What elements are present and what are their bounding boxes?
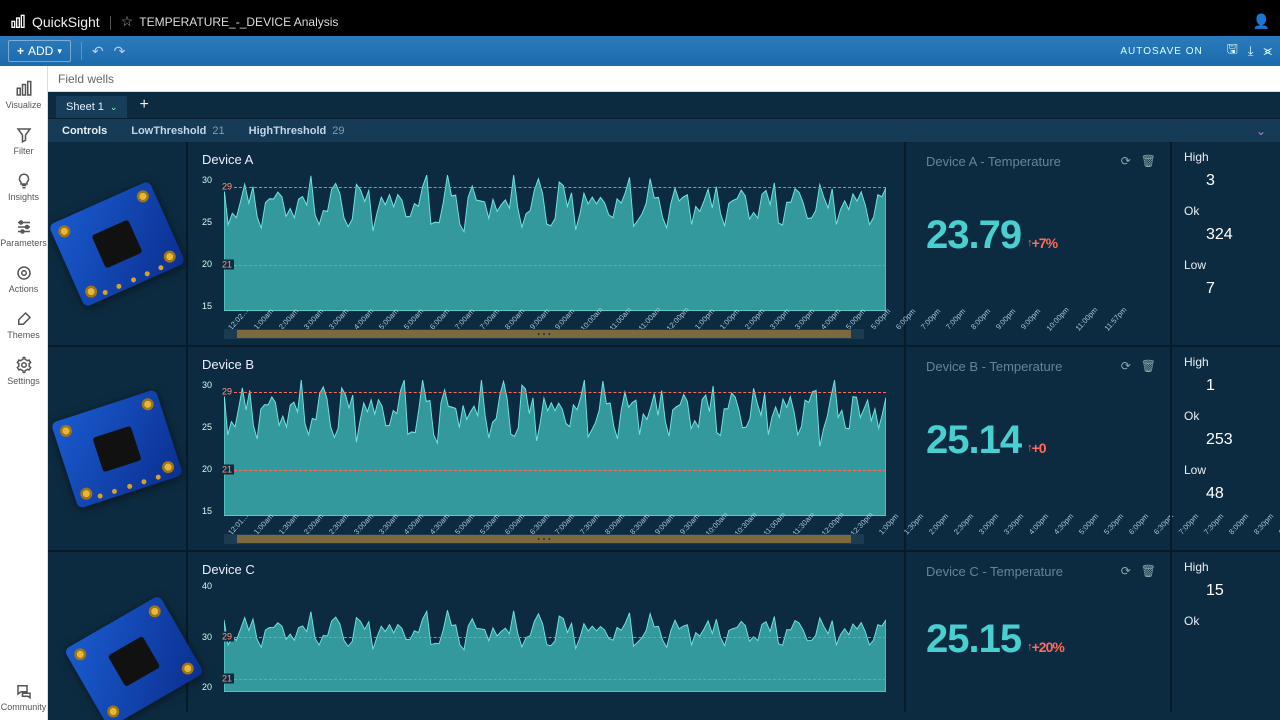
device-a-chart[interactable]: Device A 30252015 29 21 12:02…1:00am2:00… — [188, 142, 906, 345]
gear-icon — [15, 356, 33, 374]
x-axis: 12:02…1:00am2:00am3:00am3:00am4:00am5:00… — [224, 311, 886, 325]
refresh-icon[interactable]: ⟳ — [1121, 154, 1131, 168]
undo-icon[interactable]: ↶ — [92, 43, 104, 60]
y-axis: 30252015 — [202, 380, 224, 530]
rail-visualize[interactable]: Visualize — [0, 72, 47, 118]
rail-filter[interactable]: Filter — [0, 118, 47, 164]
device-b-kpi[interactable]: Device B - Temperature ⟳🗑 25.14 ↑+0 — [906, 347, 1172, 550]
plot-area[interactable]: 29 21 — [224, 581, 886, 706]
kpi-value: 25.15 — [926, 617, 1021, 662]
scroll-thumb[interactable]: ⋯ — [237, 330, 851, 338]
tab-sheet1[interactable]: Sheet 1 ⌄ — [56, 96, 127, 118]
plot-area[interactable]: 29 21 12:02…1:00am2:00am3:00am3:00am4:00… — [224, 175, 886, 325]
lightbulb-icon — [15, 172, 33, 190]
threshold-high-label: 29 — [222, 632, 234, 642]
plot-area[interactable]: 29 21 12:01…1:00am1:30am2:00am2:30am3:00… — [224, 380, 886, 530]
analysis-name: TEMPERATURE_-_DEVICE Analysis — [139, 15, 338, 29]
device-b-chart[interactable]: Device B 30252015 29 21 12:01…1:00am1:30… — [188, 347, 906, 550]
refresh-icon[interactable]: ⟳ — [1121, 359, 1131, 373]
redo-icon[interactable]: ↷ — [114, 43, 126, 60]
plus-icon: + — [17, 44, 24, 58]
threshold-high-line — [224, 187, 886, 188]
device-c-image — [48, 552, 188, 712]
threshold-low-label: 21 — [222, 673, 234, 683]
separator — [110, 16, 111, 30]
rail-parameters[interactable]: Parameters — [0, 210, 47, 256]
rail-actions[interactable]: Actions — [0, 256, 47, 302]
threshold-low-line — [224, 679, 886, 680]
left-rail: Visualize Filter Insights Parameters Act… — [0, 66, 48, 720]
kpi-delta: ↑+0 — [1027, 440, 1045, 456]
add-button[interactable]: + ADD ▾ — [8, 40, 71, 62]
threshold-low-label: 21 — [222, 465, 234, 475]
funnel-icon — [15, 126, 33, 144]
collapse-controls-icon[interactable]: ⌄ — [1256, 124, 1266, 138]
param-high-threshold[interactable]: HighThreshold 29 — [249, 125, 345, 137]
device-b-image — [48, 347, 188, 550]
autosave-status: AUTOSAVE ON — [1120, 46, 1202, 57]
bar-chart-icon — [15, 80, 33, 98]
chart-title: Device A — [202, 152, 886, 167]
device-c-chart[interactable]: Device C 403020 29 21 — [188, 552, 906, 712]
device-c-kpi[interactable]: Device C - Temperature ⟳🗑 25.15 ↑+20% — [906, 552, 1172, 712]
chart-title: Device B — [202, 357, 886, 372]
separator — [81, 42, 82, 60]
rail-settings[interactable]: Settings — [0, 348, 47, 394]
device-a-kpi[interactable]: Device A - Temperature ⟳🗑 23.79 ↑+7% — [906, 142, 1172, 345]
threshold-low-line — [224, 470, 886, 471]
scroll-thumb[interactable]: ⋯ — [237, 535, 851, 543]
y-axis: 30252015 — [202, 175, 224, 325]
chat-icon — [15, 682, 33, 700]
kpi-value: 23.79 — [926, 213, 1021, 258]
delete-icon[interactable]: 🗑 — [1141, 359, 1156, 373]
param-low-threshold[interactable]: LowThreshold 21 — [131, 125, 224, 137]
y-axis: 403020 — [202, 581, 224, 706]
add-sheet-button[interactable]: + — [131, 96, 156, 118]
star-icon[interactable]: ☆ — [121, 13, 134, 30]
share-icon[interactable]: ⪤ — [1264, 43, 1272, 59]
threshold-low-label: 21 — [222, 260, 234, 270]
threshold-high-line — [224, 392, 886, 393]
rail-themes[interactable]: Themes — [0, 302, 47, 348]
threshold-high-label: 29 — [222, 182, 234, 192]
area-series-a-icon — [224, 175, 886, 311]
area-series-b-icon — [224, 380, 886, 516]
chart-scrollbar[interactable]: ⋯ — [224, 534, 864, 544]
app-brand[interactable]: QuickSight — [10, 14, 100, 36]
threshold-low-line — [224, 265, 886, 266]
chevron-down-icon: ▾ — [57, 46, 62, 57]
device-b-stats: High1 Ok253 Low48 — [1172, 347, 1280, 550]
chart-scrollbar[interactable]: ⋯ — [224, 329, 864, 339]
threshold-high-label: 29 — [222, 387, 234, 397]
rail-community[interactable]: Community — [0, 674, 47, 720]
analysis-title[interactable]: ☆ TEMPERATURE_-_DEVICE Analysis — [121, 13, 339, 36]
sliders-icon — [15, 218, 33, 236]
chart-title: Device C — [202, 562, 886, 577]
controls-label: Controls — [62, 125, 107, 137]
delete-icon[interactable]: 🗑 — [1141, 564, 1156, 578]
rail-insights[interactable]: Insights — [0, 164, 47, 210]
chevron-down-icon[interactable]: ⌄ — [110, 102, 118, 113]
x-axis: 12:01…1:00am1:30am2:00am2:30am3:00am3:30… — [224, 516, 886, 530]
refresh-icon[interactable]: ⟳ — [1121, 564, 1131, 578]
field-wells-bar[interactable]: Field wells — [48, 66, 1280, 92]
device-a-image — [48, 142, 188, 345]
device-c-stats: High15 Ok — [1172, 552, 1280, 712]
kpi-delta: ↑+7% — [1027, 235, 1057, 251]
device-a-stats: High3 Ok324 Low7 — [1172, 142, 1280, 345]
delete-icon[interactable]: 🗑 — [1141, 154, 1156, 168]
kpi-value: 25.14 — [926, 418, 1021, 463]
threshold-high-line — [224, 637, 886, 638]
kpi-delta: ↑+20% — [1027, 639, 1064, 655]
add-label: ADD — [28, 44, 53, 58]
save-icon[interactable]: 🖫 — [1227, 40, 1238, 62]
export-icon[interactable]: ⤓ — [1248, 43, 1254, 59]
quicksight-logo-icon — [10, 14, 26, 30]
user-icon[interactable]: 👤 — [1253, 13, 1270, 36]
target-icon — [15, 264, 33, 282]
paintbrush-icon — [15, 310, 33, 328]
brand-label: QuickSight — [32, 14, 100, 30]
